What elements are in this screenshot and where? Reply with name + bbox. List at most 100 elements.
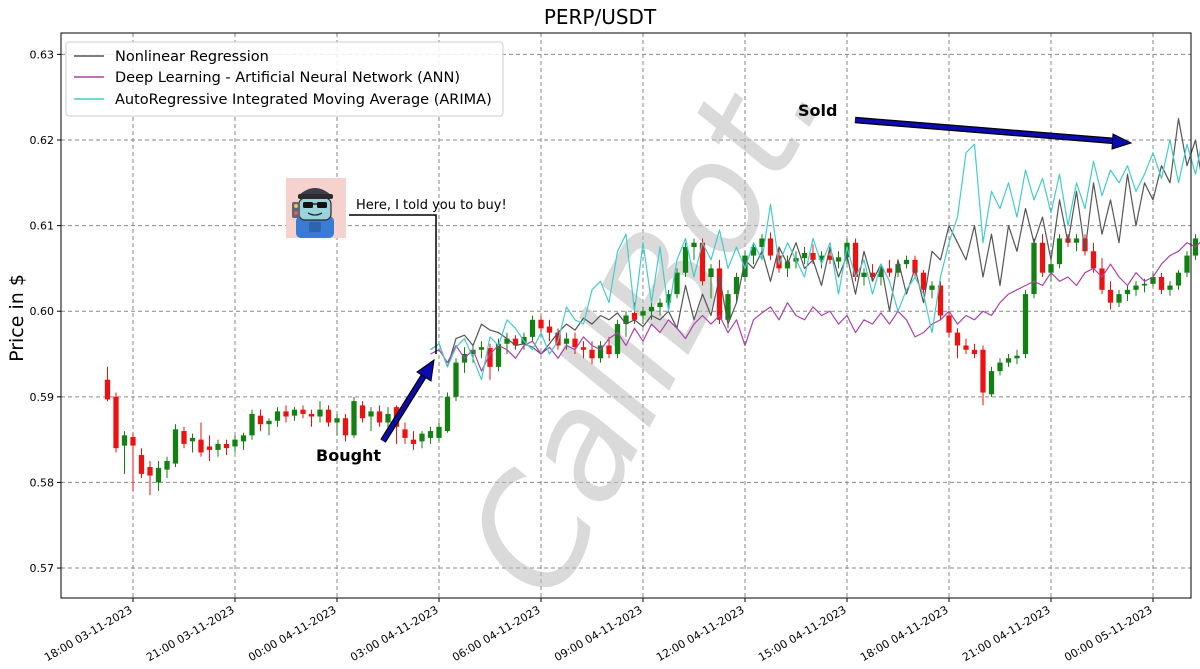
candle-body (402, 429, 408, 438)
candle-body (1090, 251, 1097, 269)
candle (291, 407, 298, 421)
candle (283, 405, 289, 423)
candle-body (886, 268, 893, 273)
candle-body (1158, 276, 1165, 290)
candle-body (427, 431, 434, 438)
candle (121, 431, 128, 474)
x-tick-label: 00:00 05-11-2023 (1062, 603, 1154, 664)
y-tick-label: 0.59 (30, 391, 55, 404)
candle-body (1124, 289, 1131, 295)
candle-body (206, 446, 213, 450)
candle-body (249, 413, 255, 436)
candle-body (657, 302, 663, 307)
candle-body (606, 345, 612, 355)
y-axis-label: Price in $ (6, 274, 28, 362)
candle-body (1073, 238, 1080, 243)
candle-body (1048, 264, 1054, 273)
candle-body (1184, 255, 1190, 273)
x-tick-label: 18:00 03-11-2023 (42, 603, 134, 664)
candle (963, 338, 969, 355)
candle-body (1031, 242, 1037, 295)
candle (461, 347, 468, 373)
candle (215, 439, 221, 457)
candle-body (1056, 238, 1063, 265)
candle (402, 422, 408, 444)
candle (427, 426, 434, 444)
legend-label-nonlinear: Nonlinear Regression (115, 49, 269, 65)
candle-body (223, 443, 230, 449)
candle-body (767, 238, 774, 256)
candle-body (291, 409, 298, 416)
x-tick-label: 18:00 04-11-2023 (858, 603, 950, 664)
candle-body (342, 418, 349, 436)
candle (317, 401, 323, 423)
candle-body (368, 411, 374, 417)
y-tick-label: 0.57 (30, 562, 55, 575)
candle-body (266, 420, 272, 425)
candle (274, 407, 281, 427)
x-tick-label: 03:00 04-11-2023 (348, 603, 440, 664)
candle (198, 422, 204, 457)
candle (1133, 281, 1139, 296)
candle (368, 407, 374, 432)
candle-body (215, 443, 221, 450)
candle (1158, 272, 1165, 295)
candle-body (257, 415, 264, 425)
candle (266, 418, 272, 436)
candle-body (130, 437, 136, 446)
candle-body (929, 285, 935, 290)
x-tick-label: 00:00 04-11-2023 (246, 603, 338, 664)
candle (971, 343, 978, 359)
candle-body (682, 247, 689, 273)
candle-body (300, 409, 306, 414)
x-tick-label: 06:00 04-11-2023 (450, 603, 542, 664)
candle (249, 409, 255, 440)
candle-body (1141, 283, 1148, 286)
candle (1175, 270, 1182, 290)
x-tick-label: 21:00 03-11-2023 (144, 603, 236, 664)
candle-body (988, 371, 995, 395)
candle (1107, 281, 1114, 310)
candle (257, 409, 264, 432)
candle (410, 431, 417, 450)
candle (1167, 281, 1173, 296)
candle (164, 456, 170, 479)
candle (1031, 238, 1037, 299)
candle-body (410, 439, 417, 444)
x-tick-label: 21:00 04-11-2023 (960, 603, 1052, 664)
candle (1048, 259, 1054, 282)
candle-body (113, 396, 119, 449)
candle (436, 422, 442, 442)
candle-body (708, 268, 714, 277)
candle (929, 281, 935, 299)
candle-body (359, 405, 366, 419)
candle-body (971, 349, 978, 355)
candle-body (640, 311, 646, 316)
candle-body (147, 467, 153, 476)
candle (997, 358, 1003, 376)
legend-label-arima: AutoRegressive Integrated Moving Average… (115, 92, 492, 108)
candle (988, 366, 995, 397)
bought-label: Bought (316, 446, 381, 465)
candle-body (810, 253, 816, 260)
candle-body (691, 242, 697, 248)
y-tick-label: 0.58 (30, 476, 55, 489)
candle (512, 335, 519, 350)
candle-body (164, 461, 170, 470)
candle-body (1022, 294, 1029, 355)
y-tick-label: 0.62 (30, 134, 55, 147)
candle-body (453, 362, 459, 397)
candle-body (835, 257, 842, 262)
candle (453, 358, 459, 402)
candle-body (172, 429, 179, 464)
candle (529, 315, 536, 342)
candle-body (121, 435, 128, 446)
candle (835, 251, 842, 269)
y-tick-label: 0.61 (30, 220, 55, 233)
candle (1116, 289, 1122, 307)
candle (1005, 354, 1012, 367)
candle (300, 405, 306, 419)
candle (538, 315, 544, 333)
candle-body (589, 349, 595, 359)
candle (1073, 234, 1080, 252)
